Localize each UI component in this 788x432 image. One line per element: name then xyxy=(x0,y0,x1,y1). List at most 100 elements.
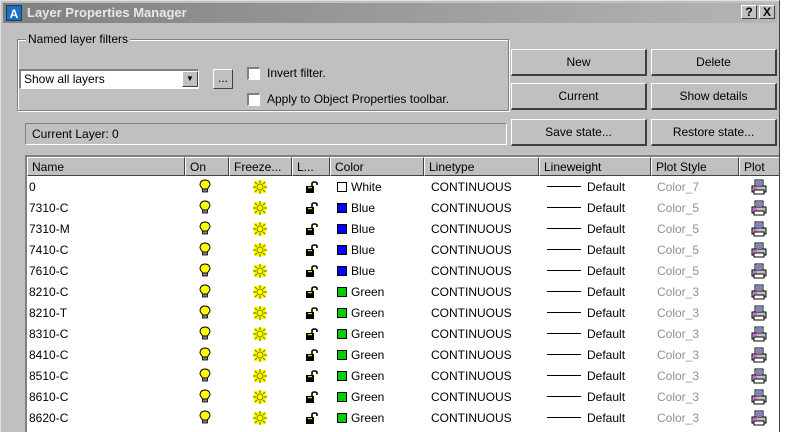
show-details-button[interactable]: Show details xyxy=(651,83,777,110)
sun-icon[interactable] xyxy=(253,306,267,320)
lineweight-cell[interactable]: Default xyxy=(547,306,625,320)
table-row[interactable]: 8410-C Green CONTINUOUS Default Color_3 xyxy=(27,347,779,364)
column-header-plot-style[interactable]: Plot Style xyxy=(651,157,739,176)
lightbulb-icon[interactable] xyxy=(199,221,211,236)
unlocked-padlock-icon[interactable] xyxy=(305,369,319,383)
delete-button[interactable]: Delete xyxy=(651,49,777,76)
printer-icon[interactable] xyxy=(751,305,767,321)
unlocked-padlock-icon[interactable] xyxy=(305,243,319,257)
color-cell[interactable]: Blue xyxy=(337,222,375,236)
sun-icon[interactable] xyxy=(253,180,267,194)
linetype-cell[interactable]: CONTINUOUS xyxy=(431,390,512,404)
color-cell[interactable]: Blue xyxy=(337,201,375,215)
table-row[interactable]: 8210-T Green CONTINUOUS Default Color_3 xyxy=(27,305,779,322)
lightbulb-icon[interactable] xyxy=(199,179,211,194)
unlocked-padlock-icon[interactable] xyxy=(305,411,319,425)
sun-icon[interactable] xyxy=(253,369,267,383)
unlocked-padlock-icon[interactable] xyxy=(305,390,319,404)
plot-style-cell[interactable]: Color_5 xyxy=(657,264,699,278)
new-button[interactable]: New xyxy=(511,49,647,76)
lineweight-cell[interactable]: Default xyxy=(547,201,625,215)
color-cell[interactable]: Green xyxy=(337,285,384,299)
lightbulb-icon[interactable] xyxy=(199,389,211,404)
sun-icon[interactable] xyxy=(253,327,267,341)
unlocked-padlock-icon[interactable] xyxy=(305,327,319,341)
lineweight-cell[interactable]: Default xyxy=(547,348,625,362)
printer-icon[interactable] xyxy=(751,200,767,216)
plot-style-cell[interactable]: Color_7 xyxy=(657,180,699,194)
help-button[interactable]: ? xyxy=(741,5,757,19)
color-cell[interactable]: Green xyxy=(337,390,384,404)
layer-list[interactable]: Name On Freeze... L... Color Linetype Li… xyxy=(25,155,779,432)
color-cell[interactable]: Green xyxy=(337,348,384,362)
table-row[interactable]: 8620-C Green CONTINUOUS Default Color_3 xyxy=(27,410,779,427)
linetype-cell[interactable]: CONTINUOUS xyxy=(431,180,512,194)
lightbulb-icon[interactable] xyxy=(199,368,211,383)
plot-style-cell[interactable]: Color_3 xyxy=(657,327,699,341)
sun-icon[interactable] xyxy=(253,264,267,278)
column-header-linetype[interactable]: Linetype xyxy=(424,157,539,176)
apply-to-toolbar-checkbox[interactable] xyxy=(247,93,260,106)
column-header-on[interactable]: On xyxy=(185,157,229,176)
printer-icon[interactable] xyxy=(751,368,767,384)
linetype-cell[interactable]: CONTINUOUS xyxy=(431,348,512,362)
save-state-button[interactable]: Save state... xyxy=(511,119,647,146)
unlocked-padlock-icon[interactable] xyxy=(305,264,319,278)
table-row[interactable]: 8210-C Green CONTINUOUS Default Color_3 xyxy=(27,284,779,301)
lineweight-cell[interactable]: Default xyxy=(547,369,625,383)
color-cell[interactable]: Green xyxy=(337,369,384,383)
sun-icon[interactable] xyxy=(253,411,267,425)
lightbulb-icon[interactable] xyxy=(199,200,211,215)
current-button[interactable]: Current xyxy=(511,83,647,110)
sun-icon[interactable] xyxy=(253,390,267,404)
color-cell[interactable]: White xyxy=(337,180,382,194)
layer-filter-combo[interactable]: Show all layers ▼ xyxy=(19,69,199,89)
unlocked-padlock-icon[interactable] xyxy=(305,222,319,236)
printer-icon[interactable] xyxy=(751,179,767,195)
lightbulb-icon[interactable] xyxy=(199,242,211,257)
unlocked-padlock-icon[interactable] xyxy=(305,201,319,215)
table-row[interactable]: 7610-C Blue CONTINUOUS Default Color_5 xyxy=(27,263,779,280)
filter-browse-button[interactable]: ... xyxy=(213,69,233,89)
lightbulb-icon[interactable] xyxy=(199,305,211,320)
column-header-lock[interactable]: L... xyxy=(292,157,330,176)
printer-icon[interactable] xyxy=(751,284,767,300)
lightbulb-icon[interactable] xyxy=(199,410,211,425)
sun-icon[interactable] xyxy=(253,285,267,299)
linetype-cell[interactable]: CONTINUOUS xyxy=(431,264,512,278)
sun-icon[interactable] xyxy=(253,348,267,362)
plot-style-cell[interactable]: Color_5 xyxy=(657,222,699,236)
unlocked-padlock-icon[interactable] xyxy=(305,306,319,320)
plot-style-cell[interactable]: Color_3 xyxy=(657,306,699,320)
sun-icon[interactable] xyxy=(253,201,267,215)
linetype-cell[interactable]: CONTINUOUS xyxy=(431,369,512,383)
lineweight-cell[interactable]: Default xyxy=(547,180,625,194)
plot-style-cell[interactable]: Color_3 xyxy=(657,348,699,362)
close-button[interactable]: X xyxy=(759,5,775,19)
table-row[interactable]: 8510-C Green CONTINUOUS Default Color_3 xyxy=(27,368,779,385)
column-header-lineweight[interactable]: Lineweight xyxy=(539,157,651,176)
unlocked-padlock-icon[interactable] xyxy=(305,285,319,299)
column-header-plot[interactable]: Plot xyxy=(739,157,779,176)
linetype-cell[interactable]: CONTINUOUS xyxy=(431,327,512,341)
printer-icon[interactable] xyxy=(751,326,767,342)
table-row[interactable]: 8310-C Green CONTINUOUS Default Color_3 xyxy=(27,326,779,343)
table-row[interactable]: 7410-C Blue CONTINUOUS Default Color_5 xyxy=(27,242,779,259)
linetype-cell[interactable]: CONTINUOUS xyxy=(431,285,512,299)
plot-style-cell[interactable]: Color_5 xyxy=(657,243,699,257)
sun-icon[interactable] xyxy=(253,243,267,257)
lightbulb-icon[interactable] xyxy=(199,326,211,341)
lineweight-cell[interactable]: Default xyxy=(547,285,625,299)
lineweight-cell[interactable]: Default xyxy=(547,390,625,404)
column-header-color[interactable]: Color xyxy=(330,157,424,176)
lineweight-cell[interactable]: Default xyxy=(547,222,625,236)
invert-filter-checkbox[interactable] xyxy=(247,67,260,80)
lightbulb-icon[interactable] xyxy=(199,347,211,362)
color-cell[interactable]: Green xyxy=(337,306,384,320)
plot-style-cell[interactable]: Color_5 xyxy=(657,201,699,215)
color-cell[interactable]: Blue xyxy=(337,264,375,278)
printer-icon[interactable] xyxy=(751,263,767,279)
printer-icon[interactable] xyxy=(751,389,767,405)
linetype-cell[interactable]: CONTINUOUS xyxy=(431,411,512,425)
title-bar[interactable]: A Layer Properties Manager ? X xyxy=(3,3,777,23)
